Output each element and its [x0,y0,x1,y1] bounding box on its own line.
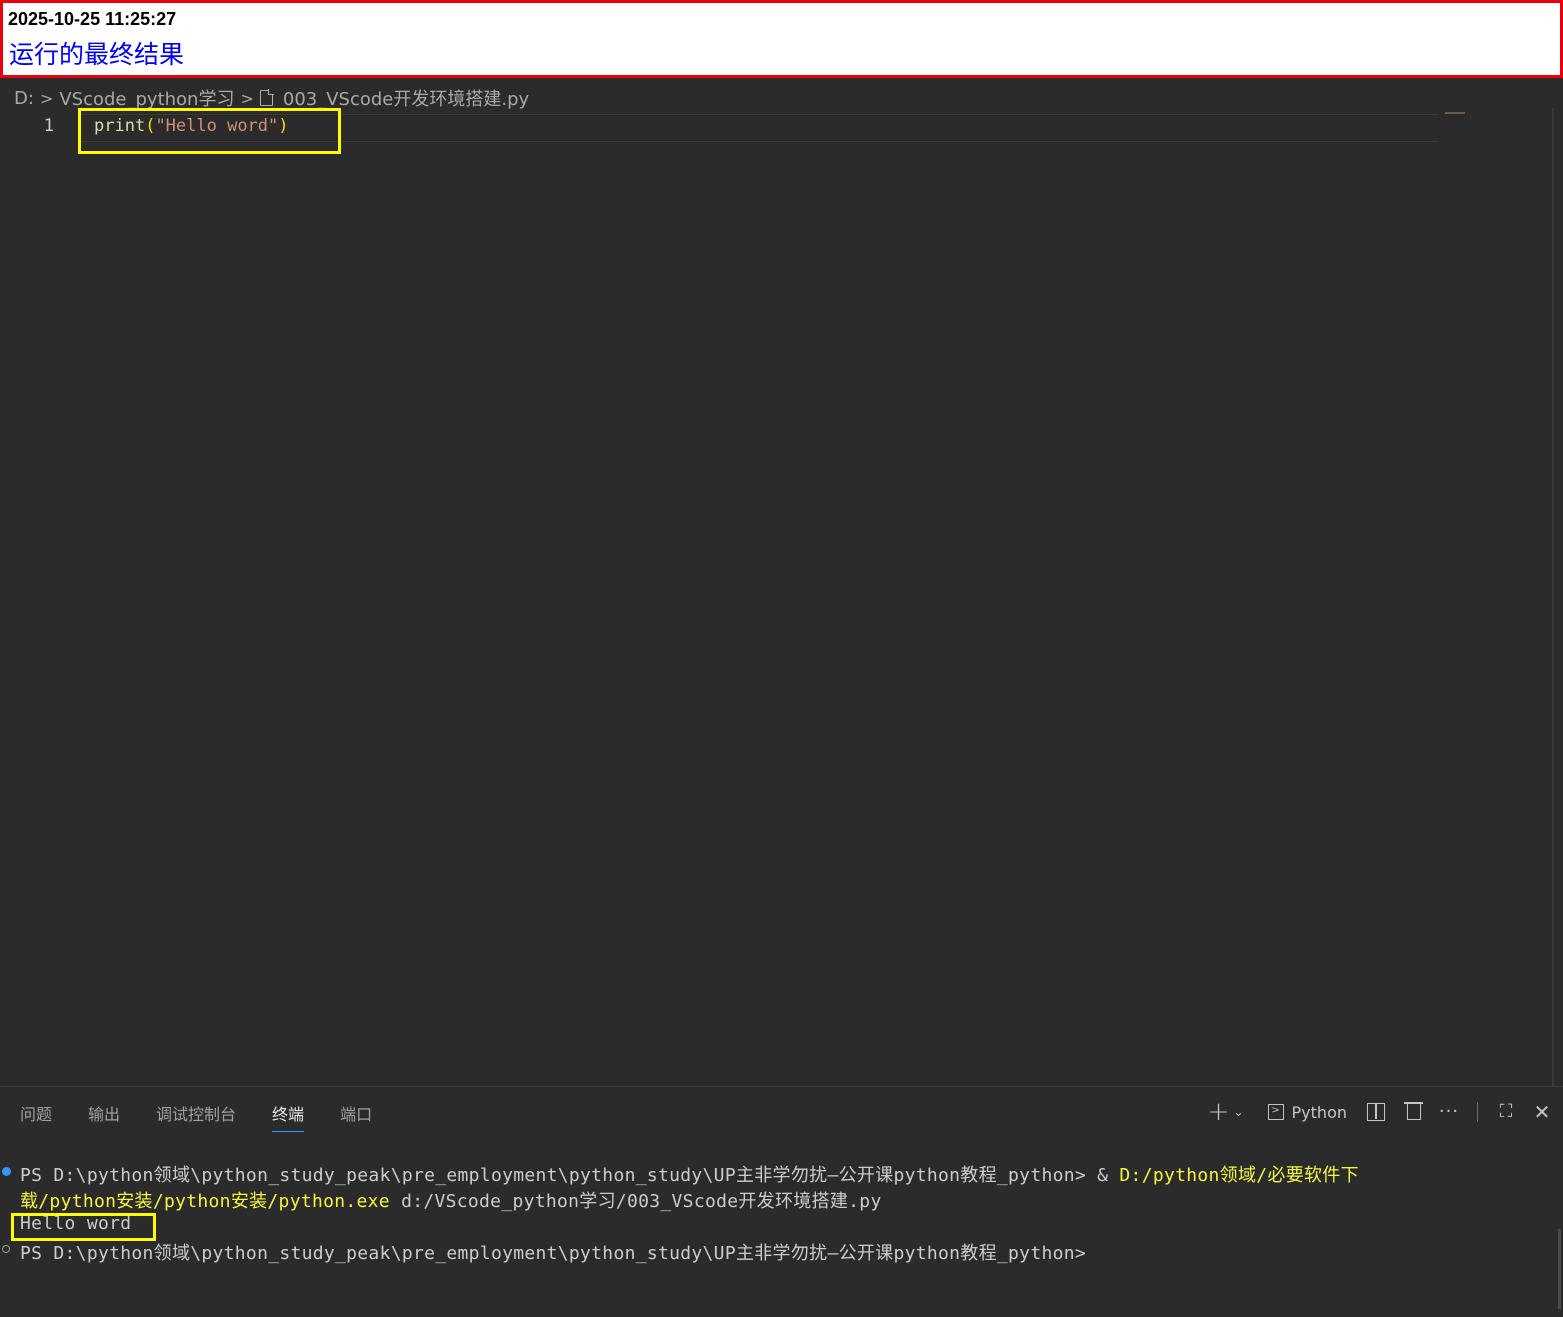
caption: 运行的最终结果 [9,40,185,69]
split-icon[interactable] [1367,1103,1385,1121]
code-annotation-box [78,108,341,154]
bottom-panel: 问题 输出 调试控制台 终端 端口 + ⌄ > Python ··· ⛶ ✕ P… [0,1086,1563,1317]
terminal-line-command-cont: 载/python安装/python安装/python.exe d:/VScode… [20,1187,882,1213]
breadcrumb-drive[interactable]: D: [14,88,34,109]
maximize-icon[interactable]: ⛶ [1495,1101,1517,1123]
terminal-scrollbar[interactable] [1558,1229,1561,1309]
chevron-down-icon[interactable]: ⌄ [1232,1101,1246,1123]
close-icon[interactable]: ✕ [1531,1101,1553,1123]
breadcrumb: D: > VScode_python学习 > 003_VScode开发环境搭建.… [14,86,529,111]
terminal-exe-path: D:/python领域/必要软件下 [1119,1165,1359,1186]
command-idle-dot[interactable] [2,1245,10,1253]
minimap[interactable] [1445,112,1465,114]
terminal-exe-path-cont: 载/python安装/python安装/python.exe [20,1191,390,1212]
terminal-script-arg: d:/VScode_python学习/003_VScode开发环境搭建.py [389,1191,882,1212]
chevron-right-icon: > [240,88,254,108]
tab-ports[interactable]: 端口 [340,1101,372,1132]
panel-actions: + ⌄ > Python ··· ⛶ ✕ [1191,1099,1553,1125]
terminal-icon[interactable]: > [1267,1104,1284,1120]
output-annotation-box [11,1213,156,1241]
editor-scrollbar[interactable] [1552,108,1554,1108]
terminal-prompt: PS D:\python领域\python_study_peak\pre_emp… [20,1165,1120,1186]
tab-terminal[interactable]: 终端 [272,1101,305,1132]
file-icon [259,89,274,106]
tab-debug-console[interactable]: 调试控制台 [156,1101,236,1132]
terminal-line-command: PS D:\python领域\python_study_peak\pre_emp… [20,1161,1359,1187]
annotation-banner: 2025-10-25 11:25:27 运行的最终结果 [0,0,1563,78]
line-number: 1 [43,116,54,136]
panel-tabs: 问题 输出 调试控制台 终端 端口 [20,1101,408,1132]
tab-output[interactable]: 输出 [88,1101,120,1132]
chevron-right-icon: > [39,88,54,108]
command-success-dot[interactable] [2,1167,11,1176]
more-icon[interactable]: ··· [1438,1101,1460,1123]
tab-problems[interactable]: 问题 [20,1101,52,1132]
terminal-line-prompt: PS D:\python领域\python_study_peak\pre_emp… [20,1243,1087,1264]
editor[interactable]: D: > VScode_python学习 > 003_VScode开发环境搭建.… [0,78,1563,1108]
timestamp: 2025-10-25 11:25:27 [8,9,177,29]
terminal-profile-label[interactable]: Python [1292,1103,1347,1122]
divider [1477,1102,1478,1122]
plus-icon[interactable]: + [1208,1099,1230,1125]
trash-icon[interactable] [1404,1102,1423,1120]
